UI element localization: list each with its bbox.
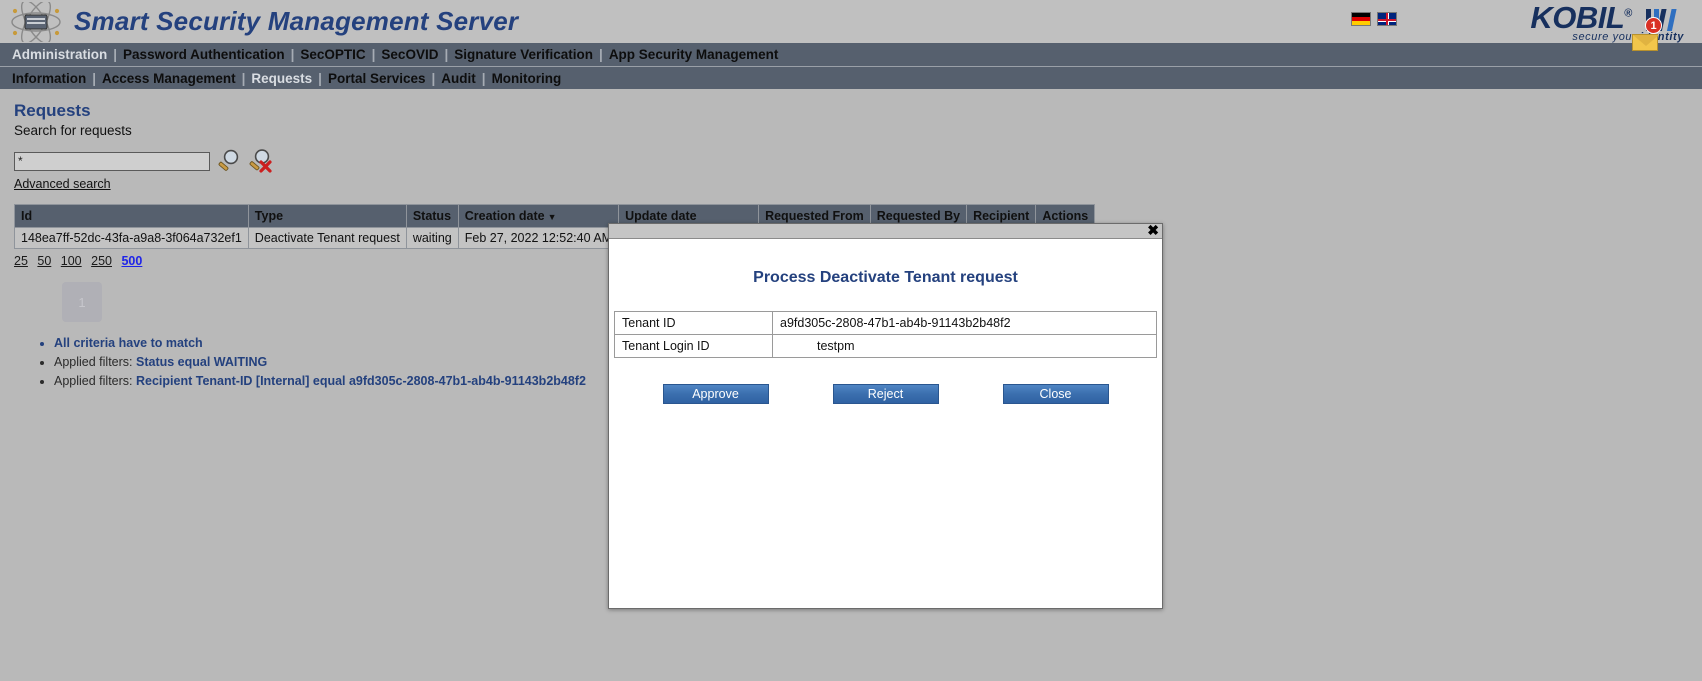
filter-value: Recipient Tenant-ID [Internal] equal a9f… <box>136 374 586 388</box>
column-header-creation-date[interactable]: Creation date ▼ <box>457 204 620 228</box>
nav-separator: | <box>318 70 322 86</box>
page-size-500[interactable]: 500 <box>121 254 142 268</box>
column-header-id[interactable]: Id <box>14 204 249 228</box>
detail-row-tenant-login-id: Tenant Login ID testpm <box>614 334 1157 358</box>
nav-item-access-management[interactable]: Access Management <box>98 71 240 86</box>
nav-separator: | <box>371 47 376 62</box>
nav-separator: | <box>92 70 97 86</box>
nav-separator: | <box>241 70 246 86</box>
dialog-title-bar: ✖ <box>609 223 1162 239</box>
page-size-100[interactable]: 100 <box>61 254 82 268</box>
close-button[interactable]: Close <box>1002 384 1109 404</box>
nav-item-information[interactable]: Information <box>8 71 90 86</box>
column-header-status[interactable]: Status <box>405 204 459 228</box>
notification-mail[interactable]: 1 <box>1632 17 1678 66</box>
cell-status: waiting <box>405 227 459 249</box>
detail-value-tenant-login-id: testpm <box>772 334 1157 358</box>
cell-type: Deactivate Tenant request <box>247 227 407 249</box>
app-header: Smart Security Management Server KOBIL® … <box>0 0 1702 43</box>
primary-nav: Administration | Password Authentication… <box>0 17 1702 66</box>
kobil-tagline-1: secure your <box>1572 31 1637 43</box>
detail-label-tenant-login-id: Tenant Login ID <box>614 334 773 358</box>
cell-creation-date: Feb 27, 2022 12:52:40 AM <box>457 227 620 249</box>
filter-prefix: Applied filters: <box>54 374 133 388</box>
magnifier-clear-icon[interactable] <box>248 148 274 174</box>
tenant-details-table: Tenant ID a9fd305c-2808-47b1-ab4b-91143b… <box>614 311 1157 358</box>
dialog-button-row: Approve Reject Close <box>609 384 1162 404</box>
search-input[interactable] <box>14 151 210 171</box>
secondary-nav: Information | Access Management | Reques… <box>0 66 1702 89</box>
kobil-registered-mark: ® <box>1624 7 1632 20</box>
mail-badge-count: 1 <box>1645 17 1662 34</box>
dialog-title: Process Deactivate Tenant request <box>753 269 1018 286</box>
search-row <box>14 148 1688 174</box>
reject-button[interactable]: Reject <box>832 384 939 404</box>
uk-flag-icon[interactable] <box>1377 12 1397 26</box>
page-size-250[interactable]: 250 <box>91 254 112 268</box>
nav-item-administration[interactable]: Administration <box>8 47 111 62</box>
filter-value: Status equal WAITING <box>136 355 268 369</box>
atom-server-icon <box>11 1 61 42</box>
filter-prefix: Applied filters: <box>54 355 133 369</box>
app-title: Smart Security Management Server <box>74 6 519 36</box>
detail-value-tenant-id: a9fd305c-2808-47b1-ab4b-91143b2b48f2 <box>772 311 1157 335</box>
nav-item-signature-verification[interactable]: Signature Verification <box>450 47 597 62</box>
nav-item-portal-services[interactable]: Portal Services <box>324 71 430 86</box>
nav-item-requests[interactable]: Requests <box>247 71 316 86</box>
magnifier-icon[interactable] <box>216 148 242 174</box>
approve-button[interactable]: Approve <box>662 384 769 404</box>
nav-separator: | <box>290 47 295 62</box>
nav-separator: | <box>113 47 118 62</box>
german-flag-icon[interactable] <box>1351 12 1371 26</box>
nav-separator: | <box>431 70 436 86</box>
language-flags <box>1351 12 1397 26</box>
nav-item-secoptic[interactable]: SecOPTIC <box>296 47 369 62</box>
page-number-1[interactable]: 1 <box>62 282 102 322</box>
process-request-dialog: ✖ Process Deactivate Tenant request Tena… <box>608 223 1163 609</box>
page-size-25[interactable]: 25 <box>14 254 28 268</box>
column-header-type[interactable]: Type <box>247 204 407 228</box>
page-title: Requests <box>14 101 91 120</box>
cell-id: 148ea7ff-52dc-43fa-a9a8-3f064a732ef1 <box>14 227 249 249</box>
close-icon[interactable]: ✖ <box>1147 223 1159 238</box>
kobil-brand-text: KOBIL <box>1530 0 1625 35</box>
nav-separator: | <box>444 47 449 62</box>
nav-separator: | <box>481 70 486 86</box>
nav-item-monitoring[interactable]: Monitoring <box>488 71 566 86</box>
nav-item-secovid[interactable]: SecOVID <box>377 47 442 62</box>
detail-row-tenant-id: Tenant ID a9fd305c-2808-47b1-ab4b-91143b… <box>614 311 1157 335</box>
sort-descending-icon: ▼ <box>547 212 557 222</box>
advanced-search-link[interactable]: Advanced search <box>14 177 111 191</box>
detail-label-tenant-id: Tenant ID <box>614 311 773 335</box>
page-subtitle: Search for requests <box>14 123 132 138</box>
nav-item-password-authentication[interactable]: Password Authentication <box>119 47 289 62</box>
nav-item-app-security-management[interactable]: App Security Management <box>605 47 783 62</box>
nav-item-audit[interactable]: Audit <box>437 71 480 86</box>
page-size-50[interactable]: 50 <box>37 254 51 268</box>
envelope-icon[interactable] <box>1632 34 1659 51</box>
nav-separator: | <box>599 47 603 62</box>
